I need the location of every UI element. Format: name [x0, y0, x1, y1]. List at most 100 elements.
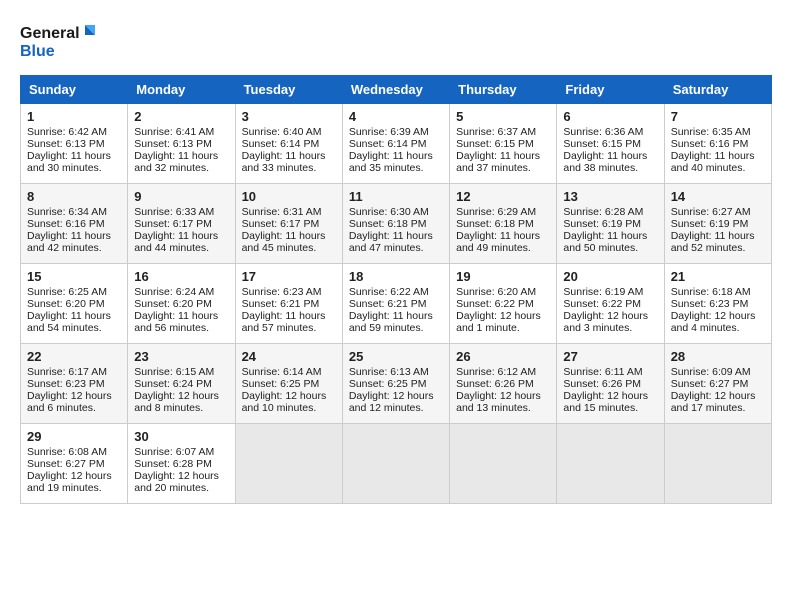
daylight-text: Daylight: 11 hours and 37 minutes.: [456, 150, 550, 174]
sunrise-text: Sunrise: 6:34 AM: [27, 206, 121, 218]
daylight-text: Daylight: 12 hours and 15 minutes.: [563, 390, 657, 414]
day-number: 28: [671, 349, 765, 364]
day-number: 9: [134, 189, 228, 204]
daylight-text: Daylight: 11 hours and 33 minutes.: [242, 150, 336, 174]
sunset-text: Sunset: 6:24 PM: [134, 378, 228, 390]
calendar-cell: [235, 424, 342, 504]
calendar-cell: 9Sunrise: 6:33 AMSunset: 6:17 PMDaylight…: [128, 184, 235, 264]
daylight-text: Daylight: 11 hours and 30 minutes.: [27, 150, 121, 174]
daylight-text: Daylight: 11 hours and 57 minutes.: [242, 310, 336, 334]
sunrise-text: Sunrise: 6:08 AM: [27, 446, 121, 458]
day-number: 5: [456, 109, 550, 124]
calendar-cell: 30Sunrise: 6:07 AMSunset: 6:28 PMDayligh…: [128, 424, 235, 504]
sunset-text: Sunset: 6:14 PM: [242, 138, 336, 150]
calendar-cell: 1 Sunrise: 6:42 AMSunset: 6:13 PMDaylight…: [21, 104, 128, 184]
day-number: 16: [134, 269, 228, 284]
day-number: 2: [134, 109, 228, 124]
sunset-text: Sunset: 6:17 PM: [134, 218, 228, 230]
calendar-cell: 26Sunrise: 6:12 AMSunset: 6:26 PMDayligh…: [450, 344, 557, 424]
daylight-text: Daylight: 11 hours and 52 minutes.: [671, 230, 765, 254]
daylight-text: Daylight: 12 hours and 4 minutes.: [671, 310, 765, 334]
sunset-text: Sunset: 6:22 PM: [456, 298, 550, 310]
sunset-text: Sunset: 6:15 PM: [563, 138, 657, 150]
day-number: 8: [27, 189, 121, 204]
day-number: 11: [349, 189, 443, 204]
sunset-text: Sunset: 6:20 PM: [27, 298, 121, 310]
day-number: 22: [27, 349, 121, 364]
svg-text:Blue: Blue: [20, 43, 55, 60]
calendar-cell: 16Sunrise: 6:24 AMSunset: 6:20 PMDayligh…: [128, 264, 235, 344]
sunset-text: Sunset: 6:16 PM: [27, 218, 121, 230]
calendar-cell: 7Sunrise: 6:35 AMSunset: 6:16 PMDaylight…: [664, 104, 771, 184]
sunrise-text: Sunrise: 6:27 AM: [671, 206, 765, 218]
calendar-week-3: 15Sunrise: 6:25 AMSunset: 6:20 PMDayligh…: [21, 264, 772, 344]
daylight-text: Daylight: 11 hours and 45 minutes.: [242, 230, 336, 254]
daylight-text: Daylight: 11 hours and 38 minutes.: [563, 150, 657, 174]
calendar-cell: 5Sunrise: 6:37 AMSunset: 6:15 PMDaylight…: [450, 104, 557, 184]
header-friday: Friday: [557, 76, 664, 104]
day-number: 12: [456, 189, 550, 204]
day-number: 23: [134, 349, 228, 364]
sunset-text: Sunset: 6:13 PM: [134, 138, 228, 150]
calendar-cell: 29 Sunrise: 6:08 AMSunset: 6:27 PMDayligh…: [21, 424, 128, 504]
calendar-cell: 20Sunrise: 6:19 AMSunset: 6:22 PMDayligh…: [557, 264, 664, 344]
day-number: 25: [349, 349, 443, 364]
sunrise-text: Sunrise: 6:37 AM: [456, 126, 550, 138]
day-number: 7: [671, 109, 765, 124]
header-thursday: Thursday: [450, 76, 557, 104]
calendar-cell: 12Sunrise: 6:29 AMSunset: 6:18 PMDayligh…: [450, 184, 557, 264]
sunrise-text: Sunrise: 6:19 AM: [563, 286, 657, 298]
header-wednesday: Wednesday: [342, 76, 449, 104]
day-number: 29: [27, 429, 121, 444]
sunset-text: Sunset: 6:13 PM: [27, 138, 121, 150]
day-number: 18: [349, 269, 443, 284]
day-number: 17: [242, 269, 336, 284]
calendar-cell: 22Sunrise: 6:17 AMSunset: 6:23 PMDayligh…: [21, 344, 128, 424]
calendar-cell: 3Sunrise: 6:40 AMSunset: 6:14 PMDaylight…: [235, 104, 342, 184]
calendar-cell: 28Sunrise: 6:09 AMSunset: 6:27 PMDayligh…: [664, 344, 771, 424]
daylight-text: Daylight: 11 hours and 54 minutes.: [27, 310, 121, 334]
sunset-text: Sunset: 6:19 PM: [563, 218, 657, 230]
calendar-week-2: 8 Sunrise: 6:34 AMSunset: 6:16 PM Daylight…: [21, 184, 772, 264]
sunset-text: Sunset: 6:21 PM: [349, 298, 443, 310]
daylight-text: Daylight: 11 hours and 32 minutes.: [134, 150, 228, 174]
sunset-text: Sunset: 6:19 PM: [671, 218, 765, 230]
day-number: 14: [671, 189, 765, 204]
sunset-text: Sunset: 6:20 PM: [134, 298, 228, 310]
daylight-text: Daylight: 12 hours and 19 minutes.: [27, 470, 121, 494]
calendar-cell: [664, 424, 771, 504]
daylight-text: Daylight: 12 hours and 10 minutes.: [242, 390, 336, 414]
sunrise-text: Sunrise: 6:18 AM: [671, 286, 765, 298]
calendar-cell: 8Sunrise: 6:34 AMSunset: 6:16 PMDaylight…: [21, 184, 128, 264]
day-number: 30: [134, 429, 228, 444]
sunrise-text: Sunrise: 6:42 AM: [27, 126, 121, 138]
daylight-text: Daylight: 11 hours and 59 minutes.: [349, 310, 443, 334]
sunset-text: Sunset: 6:26 PM: [456, 378, 550, 390]
sunset-text: Sunset: 6:27 PM: [27, 458, 121, 470]
sunset-text: Sunset: 6:17 PM: [242, 218, 336, 230]
daylight-text: Daylight: 11 hours and 50 minutes.: [563, 230, 657, 254]
daylight-text: Daylight: 12 hours and 12 minutes.: [349, 390, 443, 414]
daylight-text: Daylight: 11 hours and 47 minutes.: [349, 230, 443, 254]
sunset-text: Sunset: 6:14 PM: [349, 138, 443, 150]
sunrise-text: Sunrise: 6:13 AM: [349, 366, 443, 378]
day-number: 19: [456, 269, 550, 284]
day-number: 10: [242, 189, 336, 204]
calendar-cell: 15Sunrise: 6:25 AMSunset: 6:20 PMDayligh…: [21, 264, 128, 344]
calendar-cell: 25Sunrise: 6:13 AMSunset: 6:25 PMDayligh…: [342, 344, 449, 424]
daylight-text: Daylight: 11 hours and 44 minutes.: [134, 230, 228, 254]
calendar-cell: [450, 424, 557, 504]
daylight-text: Daylight: 12 hours and 6 minutes.: [27, 390, 121, 414]
calendar-cell: 17Sunrise: 6:23 AMSunset: 6:21 PMDayligh…: [235, 264, 342, 344]
calendar-cell: 11Sunrise: 6:30 AMSunset: 6:18 PMDayligh…: [342, 184, 449, 264]
daylight-text: Daylight: 12 hours and 20 minutes.: [134, 470, 228, 494]
sunset-text: Sunset: 6:23 PM: [27, 378, 121, 390]
daylight-text: Daylight: 11 hours and 49 minutes.: [456, 230, 550, 254]
sunrise-text: Sunrise: 6:23 AM: [242, 286, 336, 298]
day-number: 1: [27, 109, 121, 124]
daylight-text: Daylight: 12 hours and 13 minutes.: [456, 390, 550, 414]
sunrise-text: Sunrise: 6:20 AM: [456, 286, 550, 298]
sunrise-text: Sunrise: 6:40 AM: [242, 126, 336, 138]
sunrise-text: Sunrise: 6:28 AM: [563, 206, 657, 218]
day-number: 26: [456, 349, 550, 364]
